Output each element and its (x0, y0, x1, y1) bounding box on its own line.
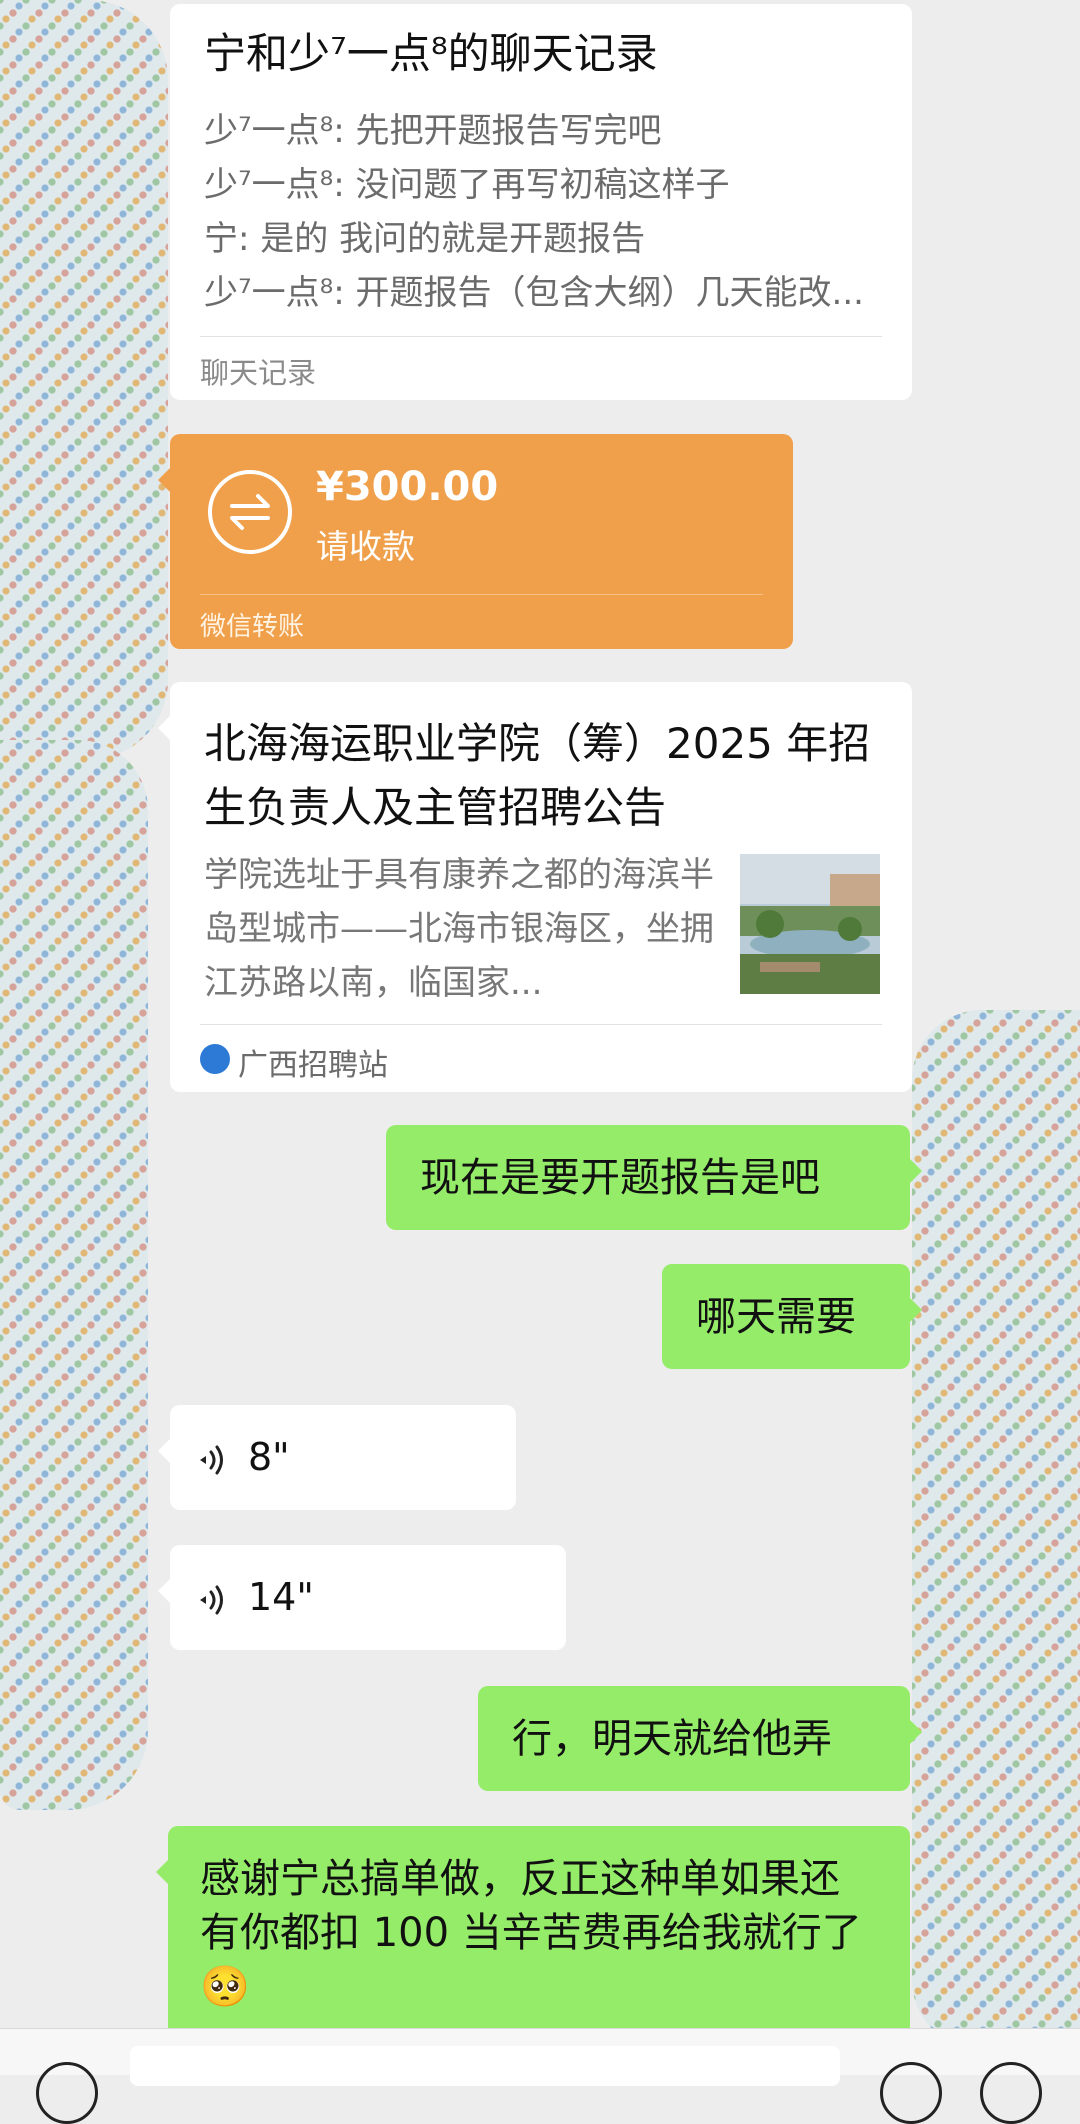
chat-record-title: 宁和少⁷一点⁸的聊天记录 (204, 29, 658, 78)
outgoing-message[interactable]: 现在是要开题报告是吧 (386, 1125, 922, 1230)
voice-message[interactable]: 14" (158, 1545, 566, 1650)
chat-record-line: 少⁷一点⁸: 先把开题报告写完吧 (204, 111, 662, 151)
message-text: 感谢宁总搞单做，反正这种单如果还有你都扣 100 当辛苦费再给我就行了🥺 (200, 1856, 862, 2010)
transfer-status: 请收款 (316, 527, 415, 566)
message-text: 现在是要开题报告是吧 (420, 1155, 820, 1201)
article-description: 学院选址于具有康养之都的海滨半岛型城市——北海市银海区，坐拥江苏路以南，临国家.… (204, 855, 714, 1003)
privacy-mask-right (912, 1010, 1080, 2050)
outgoing-message[interactable]: 哪天需要 (662, 1264, 922, 1369)
privacy-mask-left-top (0, 0, 168, 760)
voice-toggle-icon[interactable] (36, 2062, 98, 2124)
voice-duration: 14" (248, 1575, 314, 1619)
privacy-mask-left-middle (0, 740, 148, 1810)
voice-duration: 8" (248, 1435, 290, 1479)
emoji-icon[interactable] (880, 2062, 942, 2124)
voice-message[interactable]: 8" (158, 1405, 516, 1510)
chat-record-line: 宁: 是的 我问的就是开题报告 (204, 219, 646, 259)
chat-record-line: 少⁷一点⁸: 开题报告（包含大纲）几天能改... (204, 273, 864, 313)
article-thumbnail (740, 854, 880, 994)
incoming-message[interactable]: 感谢宁总搞单做，反正这种单如果还有你都扣 100 当辛苦费再给我就行了🥺 (156, 1826, 910, 2036)
transfer-amount: ¥300.00 (316, 464, 499, 510)
transfer-arrows-icon (208, 470, 292, 554)
voice-wave-icon (200, 1445, 223, 1475)
wechat-transfer-card[interactable]: ¥300.00 请收款 微信转账 (158, 434, 793, 649)
transfer-footer: 微信转账 (200, 612, 305, 642)
plus-icon[interactable] (980, 2062, 1042, 2124)
message-text: 哪天需要 (696, 1294, 856, 1340)
divider (200, 1024, 882, 1025)
voice-wave-icon (200, 1585, 223, 1615)
divider (200, 594, 763, 595)
message-input[interactable] (130, 2046, 840, 2086)
chat-record-line: 少⁷一点⁸: 没问题了再写初稿这样子 (204, 165, 730, 205)
message-text: 行，明天就给他弄 (512, 1716, 832, 1762)
chat-record-footer: 聊天记录 (200, 356, 317, 390)
article-title: 北海海运职业学院（筹）2025 年招生负责人及主管招聘公告 (204, 719, 871, 832)
article-share-card[interactable]: 北海海运职业学院（筹）2025 年招生负责人及主管招聘公告 学院选址于具有康养之… (158, 682, 912, 1092)
outgoing-message[interactable]: 行，明天就给他弄 (478, 1686, 922, 1791)
article-source: 广西招聘站 (238, 1048, 388, 1083)
source-logo-icon (200, 1044, 230, 1074)
chat-record-card[interactable]: 宁和少⁷一点⁸的聊天记录 少⁷一点⁸: 先把开题报告写完吧 少⁷一点⁸: 没问题… (170, 4, 912, 400)
divider (200, 336, 882, 337)
